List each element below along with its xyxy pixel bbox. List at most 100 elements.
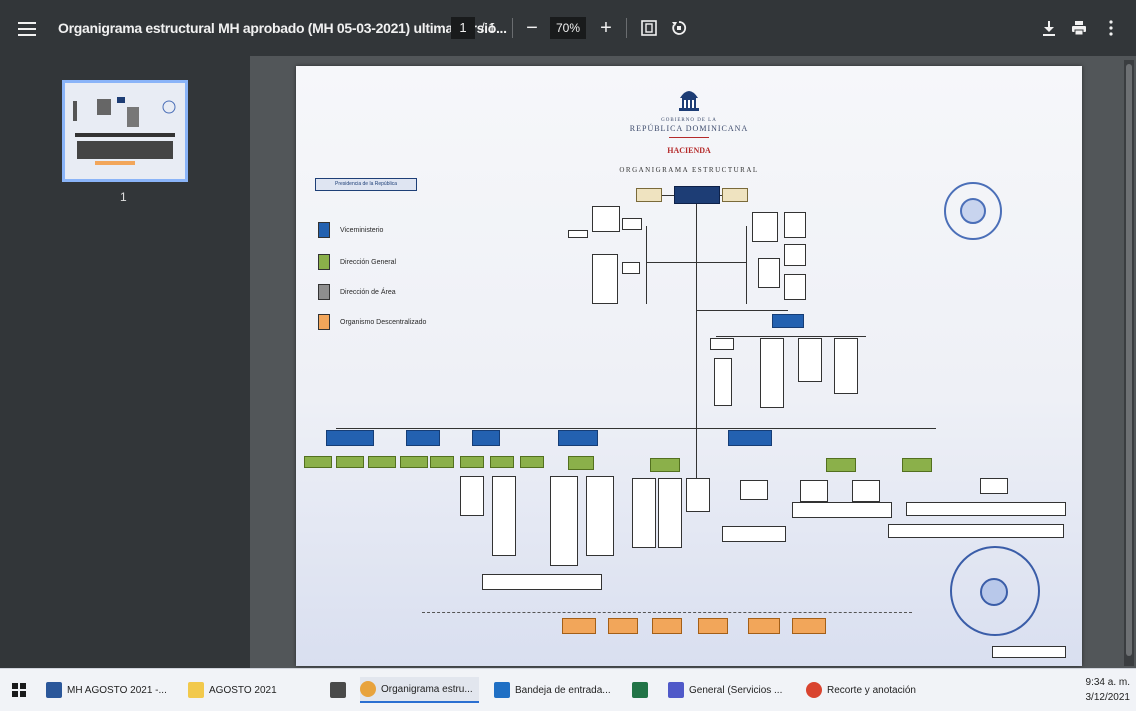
taskbar-item-label: AGOSTO 2021	[209, 684, 277, 696]
zoom-out-button[interactable]: −	[522, 17, 542, 39]
org-box-unit	[492, 476, 516, 556]
org-box-viceministry	[728, 430, 772, 446]
ministry-seal-top	[944, 182, 1002, 240]
calculator-icon	[330, 682, 346, 698]
outlook-icon	[494, 682, 510, 698]
org-box-general-direction	[490, 456, 514, 468]
header-government: GOBIERNO DE LA	[661, 118, 717, 123]
org-box-unit	[622, 218, 642, 230]
pdf-page: GOBIERNO DE LA REPÚBLICA DOMINICANA HACI…	[296, 66, 1082, 666]
rotate-icon[interactable]	[668, 17, 690, 39]
org-box-unit	[482, 574, 602, 590]
taskbar-item-outlook[interactable]: Bandeja de entrada...	[494, 677, 611, 703]
taskbar-item-snip[interactable]: Recorte y anotación	[806, 677, 916, 703]
taskbar-item-label: Recorte y anotación	[827, 684, 916, 696]
taskbar-item-label: Bandeja de entrada...	[515, 684, 611, 696]
legend-label: Dirección General	[340, 258, 397, 266]
org-box-viceministry	[326, 430, 374, 446]
legend-item-organismo: Organismo Descentralizado	[318, 314, 426, 330]
org-box-general-direction	[430, 456, 454, 468]
org-box-unit	[980, 478, 1008, 494]
page-number-input[interactable]: 1	[451, 17, 475, 39]
fit-to-page-icon[interactable]	[638, 17, 660, 39]
pdf-toolbar: Organigrama estructural MH aprobado (MH …	[0, 0, 1136, 56]
org-box-unit	[592, 254, 618, 304]
org-box-unit	[752, 212, 778, 242]
org-box-unit	[586, 476, 614, 556]
legend-item-viceministerio: Viceministerio	[318, 222, 383, 238]
header-hacienda: HACIENDA	[667, 146, 711, 155]
word-icon	[46, 682, 62, 698]
org-box-unit	[460, 476, 484, 516]
folder-icon	[188, 682, 204, 698]
more-options-icon[interactable]	[1100, 17, 1122, 39]
org-box-unit	[622, 262, 640, 274]
org-box-adviser	[722, 188, 748, 202]
zoom-in-button[interactable]: +	[596, 17, 616, 39]
chart-title: ORGANIGRAMA ESTRUCTURAL	[619, 166, 759, 174]
legend-label: Viceministerio	[340, 226, 384, 234]
org-box-minister	[674, 186, 720, 204]
org-box-general-direction	[400, 456, 428, 468]
org-box-unit	[710, 338, 734, 350]
snip-icon	[806, 682, 822, 698]
taskbar-item-label: General (Servicios ...	[689, 684, 783, 696]
header-divider	[669, 137, 709, 138]
teams-icon	[668, 682, 684, 698]
windows-start-icon[interactable]	[12, 683, 26, 697]
org-box-general-direction	[826, 458, 856, 472]
chrome-icon	[360, 681, 376, 697]
org-box-unit	[568, 230, 588, 238]
taskbar-item-folder[interactable]: AGOSTO 2021	[188, 677, 277, 703]
org-box-general-direction	[304, 456, 332, 468]
legend-swatch	[318, 222, 330, 238]
windows-taskbar: MH AGOSTO 2021 -... AGOSTO 2021 Organigr…	[0, 668, 1136, 711]
org-box-viceministry	[406, 430, 440, 446]
org-box-unit	[722, 526, 786, 542]
org-box-unit	[632, 478, 656, 548]
org-box-unit	[784, 212, 806, 238]
legend-label: Organismo Descentralizado	[340, 318, 427, 326]
org-box-unit	[798, 338, 822, 382]
download-icon[interactable]	[1038, 17, 1060, 39]
legend-swatch	[318, 284, 330, 300]
org-box-general-direction	[568, 456, 594, 470]
legend-item-direccion-area: Dirección de Área	[318, 284, 396, 300]
org-box-general-direction	[902, 458, 932, 472]
zoom-input[interactable]: 70%	[550, 17, 586, 39]
org-box-unit	[834, 338, 858, 394]
org-box-decentralized	[562, 618, 596, 634]
signature-box	[992, 646, 1066, 658]
system-clock[interactable]: 9:34 a. m. 3/12/2021	[1086, 675, 1131, 705]
clock-date: 3/12/2021	[1085, 692, 1131, 703]
org-box-unit	[888, 524, 1064, 538]
org-box-unit	[714, 358, 732, 406]
org-box-unit	[852, 480, 880, 502]
org-box-viceministry	[772, 314, 804, 328]
org-box-decentralized	[792, 618, 826, 634]
taskbar-item-label: MH AGOSTO 2021 -...	[67, 684, 167, 696]
org-box-unit	[686, 478, 710, 512]
org-box-unit	[906, 502, 1066, 516]
print-icon[interactable]	[1068, 17, 1090, 39]
taskbar-item-teams[interactable]: General (Servicios ...	[668, 677, 782, 703]
legend-swatch	[318, 314, 330, 330]
legend-item-direccion-general: Dirección General	[318, 254, 396, 270]
org-box-decentralized	[652, 618, 682, 634]
taskbar-item-excel[interactable]	[632, 677, 648, 703]
page-thumbnail[interactable]	[62, 80, 188, 182]
taskbar-item-calculator[interactable]	[330, 677, 346, 703]
toolbar-divider	[626, 18, 627, 38]
org-box-decentralized	[698, 618, 728, 634]
org-box-unit	[758, 258, 780, 288]
menu-icon[interactable]	[16, 18, 38, 40]
org-box-decentralized	[608, 618, 638, 634]
page-total: / 1	[481, 20, 496, 35]
taskbar-item-word[interactable]: MH AGOSTO 2021 -...	[46, 677, 167, 703]
thumbnail-page-number: 1	[120, 190, 127, 204]
taskbar-item-chrome[interactable]: Organigrama estru...	[360, 677, 479, 703]
scrollbar-thumb[interactable]	[1126, 64, 1132, 656]
legend-swatch	[318, 254, 330, 270]
org-box-unit	[784, 274, 806, 300]
coat-of-arms-icon	[679, 91, 699, 111]
